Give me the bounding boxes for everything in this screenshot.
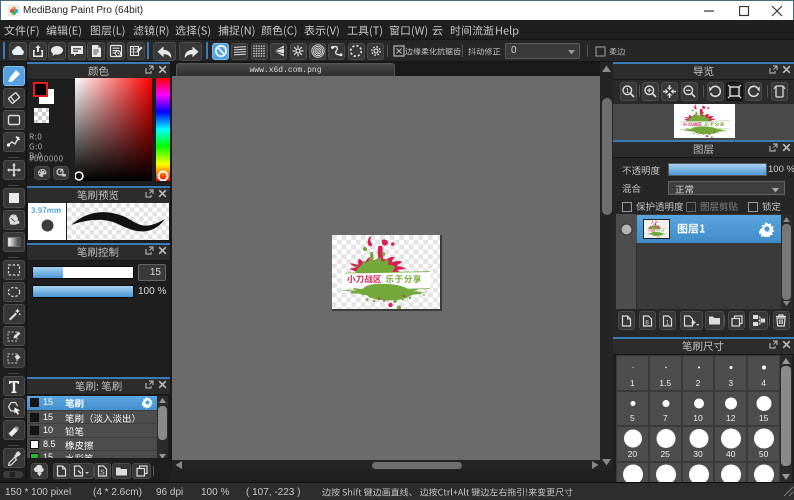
svg-text:1: 1 <box>666 319 670 326</box>
svg-text:1: 1 <box>625 87 629 94</box>
svg-text:8: 8 <box>645 319 649 326</box>
svg-text:S: S <box>100 470 105 477</box>
